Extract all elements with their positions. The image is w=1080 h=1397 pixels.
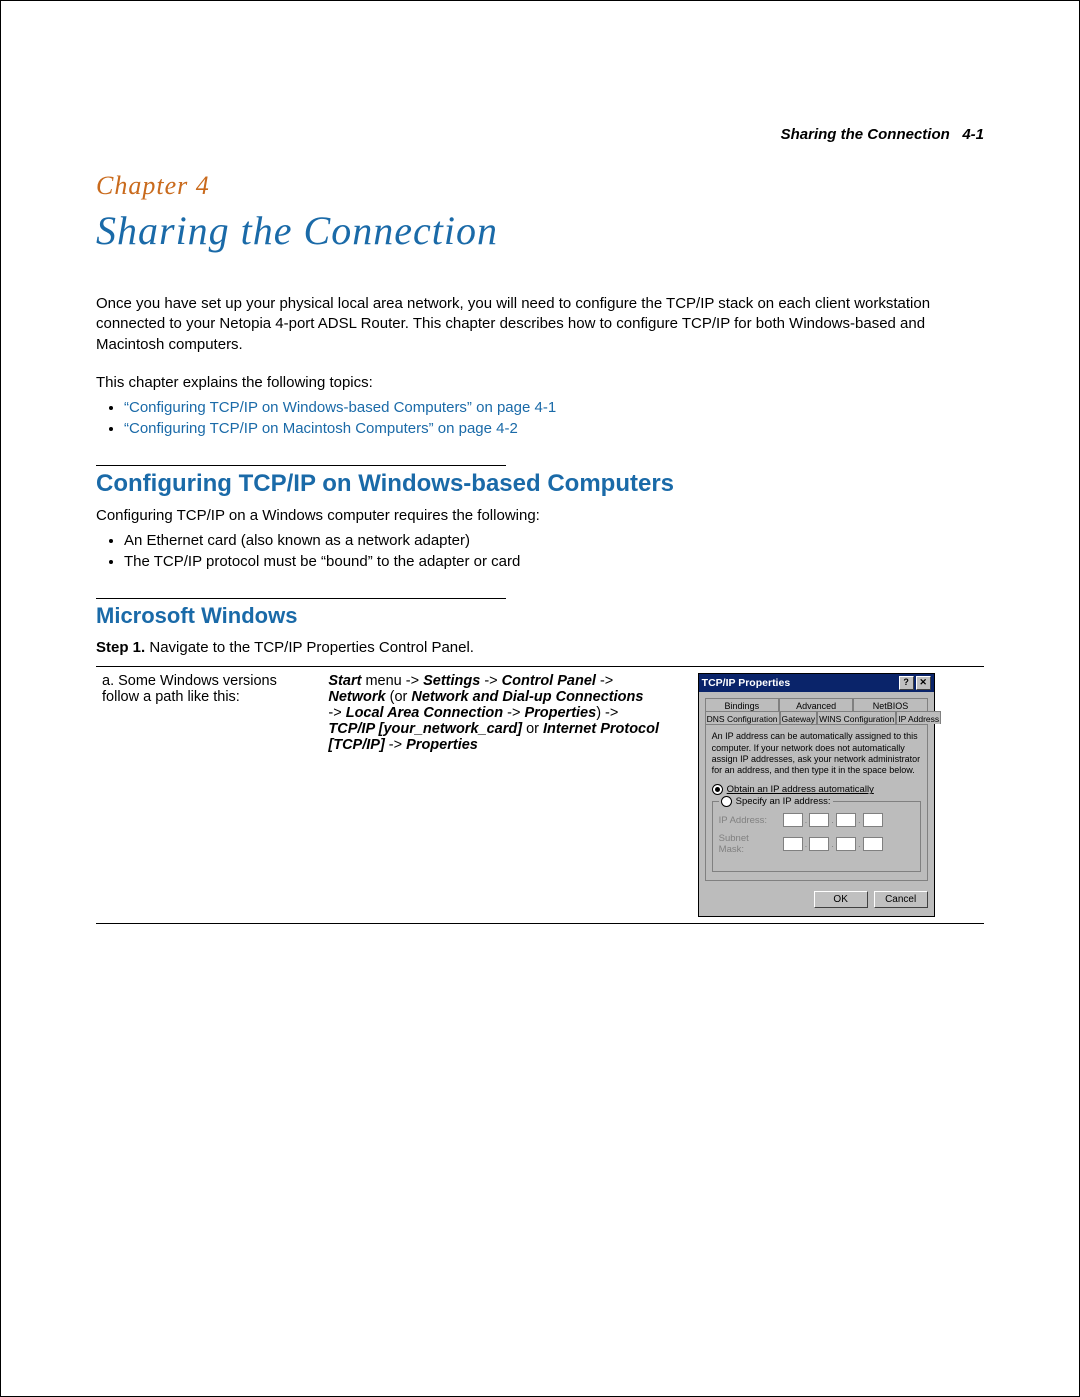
- running-page-ref: 4-1: [962, 126, 984, 143]
- tab-gateway[interactable]: Gateway: [780, 711, 818, 724]
- xref-list: “Configuring TCP/IP on Windows-based Com…: [96, 399, 984, 437]
- specify-group: Specify an IP address: IP Address: . . .: [712, 801, 921, 872]
- radio-specify[interactable]: Specify an IP address:: [719, 796, 833, 807]
- section-heading: Configuring TCP/IP on Windows-based Comp…: [96, 470, 984, 498]
- section1-lead: Configuring TCP/IP on a Windows computer…: [96, 506, 984, 526]
- xref-link[interactable]: “Configuring TCP/IP on Macintosh Compute…: [124, 420, 518, 437]
- step-label: Step 1.: [96, 639, 145, 656]
- col-a-cell: a. Some Windows versions follow a path l…: [96, 667, 322, 924]
- intro-paragraph-2: This chapter explains the following topi…: [96, 373, 984, 393]
- radio-auto-label: Obtain an IP address automatically: [727, 784, 874, 795]
- intro-paragraph-1: Once you have set up your physical local…: [96, 294, 984, 355]
- dialog-title-text: TCP/IP Properties: [702, 677, 791, 689]
- mask-label: Subnet Mask:: [719, 833, 777, 855]
- section-divider: [96, 465, 506, 466]
- tab-netbios[interactable]: NetBIOS: [853, 698, 927, 711]
- step-text: Navigate to the TCP/IP Properties Contro…: [149, 639, 474, 656]
- tab-ipaddress[interactable]: IP Address: [896, 711, 941, 724]
- dialog-panel: An IP address can be automatically assig…: [705, 724, 928, 881]
- ip-input[interactable]: . . .: [783, 813, 883, 827]
- tab-advanced[interactable]: Advanced: [779, 698, 853, 711]
- help-button[interactable]: ?: [899, 676, 914, 690]
- tcpip-dialog: TCP/IP Properties ? ✕ Bindings Advanced …: [698, 673, 935, 917]
- ok-button[interactable]: OK: [814, 891, 868, 908]
- dialog-titlebar: TCP/IP Properties ? ✕: [699, 674, 934, 692]
- radio-specify-label: Specify an IP address:: [736, 796, 831, 807]
- req-list: An Ethernet card (also known as a networ…: [96, 532, 984, 570]
- tab-bindings[interactable]: Bindings: [705, 698, 779, 711]
- running-title: Sharing the Connection: [781, 126, 950, 143]
- table-row: a. Some Windows versions follow a path l…: [96, 667, 984, 924]
- subsection-heading: Microsoft Windows: [96, 603, 984, 629]
- tabs-row-2: DNS Configuration Gateway WINS Configura…: [705, 711, 928, 724]
- ip-label: IP Address:: [719, 815, 777, 826]
- step-1: Step 1. Navigate to the TCP/IP Propertie…: [96, 639, 984, 656]
- path-table: a. Some Windows versions follow a path l…: [96, 666, 984, 924]
- dialog-footer: OK Cancel: [705, 891, 928, 908]
- col-c-cell: TCP/IP Properties ? ✕ Bindings Advanced …: [692, 667, 984, 924]
- list-item: The TCP/IP protocol must be “bound” to t…: [124, 553, 984, 570]
- radio-dot-icon: [712, 784, 723, 795]
- mask-input[interactable]: . . .: [783, 837, 883, 851]
- col-b-cell: Start menu -> Settings -> Control Panel …: [322, 667, 691, 924]
- subnet-mask-field: Subnet Mask: . . .: [719, 833, 914, 855]
- section-divider: [96, 598, 506, 599]
- chapter-label: Chapter 4: [96, 171, 984, 201]
- document-page: Sharing the Connection 4-1 Chapter 4 Sha…: [0, 0, 1080, 1397]
- xref-link[interactable]: “Configuring TCP/IP on Windows-based Com…: [124, 399, 556, 416]
- ip-address-field: IP Address: . . .: [719, 813, 914, 827]
- tabs-row-1: Bindings Advanced NetBIOS: [705, 698, 928, 711]
- cancel-button[interactable]: Cancel: [874, 891, 928, 908]
- radio-auto[interactable]: Obtain an IP address automatically: [712, 784, 921, 795]
- running-header: Sharing the Connection 4-1: [96, 126, 984, 143]
- tab-wins[interactable]: WINS Configuration: [817, 711, 896, 724]
- close-button[interactable]: ✕: [916, 676, 931, 690]
- tab-dns[interactable]: DNS Configuration: [705, 711, 780, 724]
- dialog-info-text: An IP address can be automatically assig…: [712, 731, 921, 776]
- radio-dot-icon: [721, 796, 732, 807]
- list-item: An Ethernet card (also known as a networ…: [124, 532, 984, 549]
- chapter-title: Sharing the Connection: [96, 207, 984, 254]
- dialog-body: Bindings Advanced NetBIOS DNS Configurat…: [699, 692, 934, 916]
